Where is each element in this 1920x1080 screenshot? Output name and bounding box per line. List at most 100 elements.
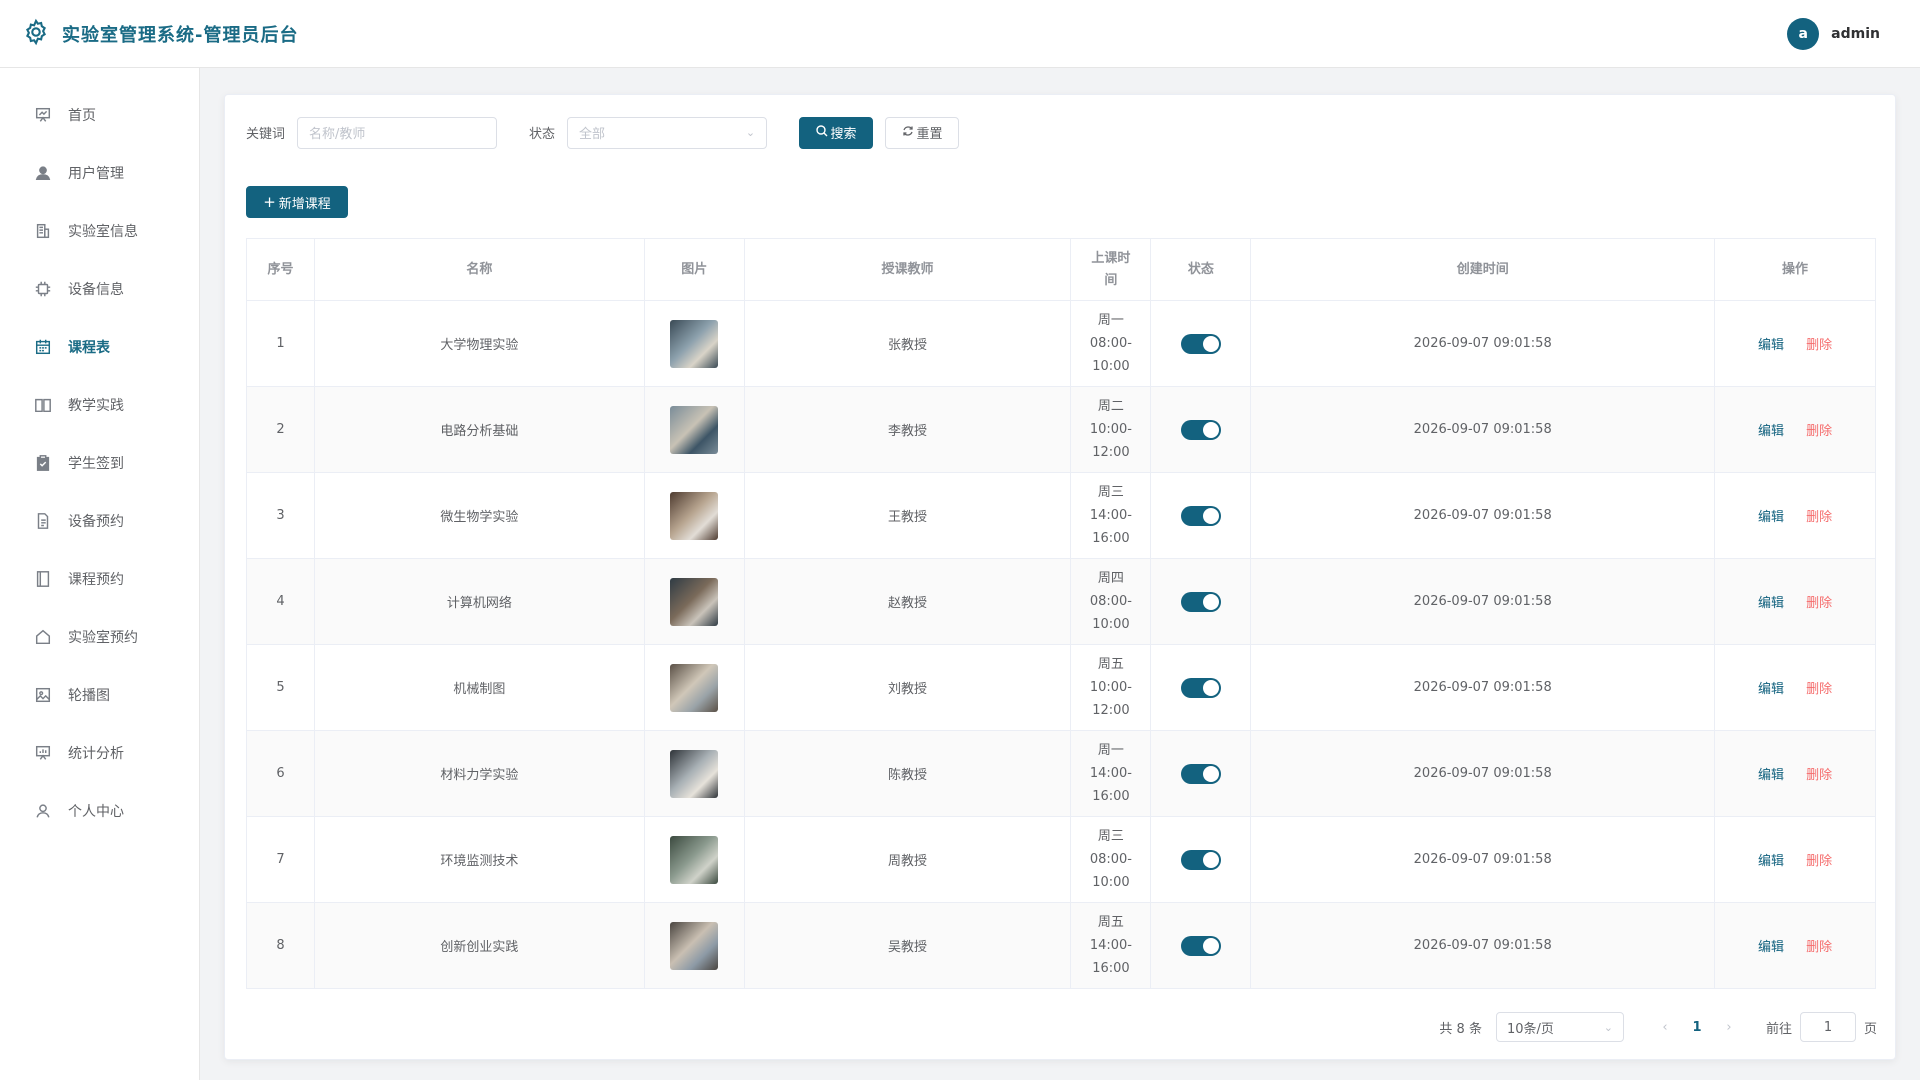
cpu-icon	[34, 280, 52, 298]
time-start: 08:00-	[1089, 852, 1132, 867]
delete-button[interactable]: 删除	[1806, 510, 1832, 525]
chart-board-icon	[34, 744, 52, 762]
col-header-time: 上课时间	[1070, 238, 1152, 301]
time-end: 16:00	[1092, 961, 1130, 976]
delete-button[interactable]: 删除	[1806, 424, 1832, 439]
edit-button[interactable]: 编辑	[1758, 940, 1784, 955]
edit-button[interactable]: 编辑	[1758, 768, 1784, 783]
prev-page-button[interactable]: ‹	[1650, 1020, 1680, 1035]
page-size-select[interactable]: 10条/页 ⌄	[1495, 1012, 1624, 1042]
sidebar-item-teaching[interactable]: 教学实践	[0, 376, 199, 434]
sidebar-item-course-booking[interactable]: 课程预约	[0, 550, 199, 608]
cell-image	[644, 300, 745, 387]
status-select-value: 全部	[579, 127, 606, 142]
add-course-button[interactable]: + 新增课程	[246, 186, 348, 218]
sidebar-item-label: 设备信息	[68, 282, 124, 298]
time-end: 16:00	[1092, 789, 1130, 804]
sidebar-item-statistics[interactable]: 统计分析	[0, 724, 199, 782]
status-toggle[interactable]	[1180, 419, 1221, 440]
edit-button[interactable]: 编辑	[1758, 510, 1784, 525]
cell-actions: 编辑 删除	[1714, 300, 1876, 387]
sidebar-item-label: 用户管理	[68, 166, 124, 182]
status-toggle[interactable]	[1180, 505, 1221, 526]
edit-button[interactable]: 编辑	[1758, 682, 1784, 697]
search-button[interactable]: 搜索	[799, 116, 874, 149]
sidebar-item-profile[interactable]: 个人中心	[0, 782, 199, 840]
course-thumbnail[interactable]	[670, 491, 719, 540]
sidebar-item-carousel[interactable]: 轮播图	[0, 666, 199, 724]
cell-teacher: 周教授	[744, 816, 1072, 903]
notebook-icon	[34, 570, 52, 588]
time-end: 10:00	[1092, 359, 1130, 374]
status-toggle[interactable]	[1180, 849, 1221, 870]
cell-status	[1150, 902, 1252, 989]
delete-button[interactable]: 删除	[1806, 596, 1832, 611]
sidebar-item-lab-booking[interactable]: 实验室预约	[0, 608, 199, 666]
delete-button[interactable]: 删除	[1806, 854, 1832, 869]
cell-index: 2	[246, 386, 315, 473]
status-toggle[interactable]	[1180, 935, 1221, 956]
page-suffix: 页	[1863, 1021, 1877, 1037]
person-icon	[34, 802, 52, 820]
page-number-1[interactable]: 1	[1680, 1020, 1714, 1035]
edit-button[interactable]: 编辑	[1758, 596, 1784, 611]
username[interactable]: admin	[1831, 26, 1880, 42]
avatar[interactable]: a	[1787, 18, 1820, 50]
course-thumbnail[interactable]	[670, 577, 719, 626]
sidebar-item-home[interactable]: 首页	[0, 86, 199, 144]
table-row: 8 创新创业实践 吴教授 周五 14:00- 16:00 2026-09-07 …	[246, 902, 1876, 989]
status-select[interactable]: 全部 ⌄	[567, 116, 768, 149]
goto-page-input[interactable]: 1	[1799, 1012, 1856, 1042]
cell-name: 创新创业实践	[314, 902, 645, 989]
cell-time: 周一 14:00- 16:00	[1070, 730, 1152, 817]
sidebar-item-checkin[interactable]: 学生签到	[0, 434, 199, 492]
edit-button[interactable]: 编辑	[1758, 854, 1784, 869]
sidebar-item-device-booking[interactable]: 设备预约	[0, 492, 199, 550]
goto-label: 前往	[1765, 1021, 1792, 1037]
edit-button[interactable]: 编辑	[1758, 338, 1784, 353]
sidebar-item-label: 统计分析	[68, 746, 124, 762]
sidebar-item-users[interactable]: 用户管理	[0, 144, 199, 202]
calendar-icon	[34, 338, 52, 356]
user-menu[interactable]: a admin	[1787, 0, 1880, 68]
cell-status	[1150, 300, 1252, 387]
cell-created: 2026-09-07 09:01:58	[1250, 558, 1716, 645]
brand[interactable]: 实验室管理系统-管理员后台	[22, 18, 298, 50]
cell-teacher: 王教授	[744, 472, 1072, 559]
course-table: 序号 名称 图片 授课教师 上课时间 状态 创建时间 操作 1 大学物理实验 张…	[246, 238, 1876, 989]
time-day: 周一	[1097, 743, 1124, 758]
edit-button[interactable]: 编辑	[1758, 424, 1784, 439]
cell-actions: 编辑 删除	[1714, 730, 1876, 817]
status-toggle[interactable]	[1180, 591, 1221, 612]
cell-image	[644, 386, 745, 473]
keyword-input[interactable]: 名称/教师	[297, 116, 498, 149]
delete-button[interactable]: 删除	[1806, 682, 1832, 697]
course-thumbnail[interactable]	[670, 921, 719, 970]
sidebar-item-devices[interactable]: 设备信息	[0, 260, 199, 318]
course-thumbnail[interactable]	[670, 663, 719, 712]
cell-name: 环境监测技术	[314, 816, 645, 903]
cell-image	[644, 472, 745, 559]
course-thumbnail[interactable]	[670, 835, 719, 884]
table-header-row: 序号 名称 图片 授课教师 上课时间 状态 创建时间 操作	[246, 238, 1876, 301]
col-header-image: 图片	[644, 238, 745, 301]
page-size-value: 10条/页	[1506, 1021, 1554, 1037]
sidebar-item-schedule[interactable]: 课程表	[0, 318, 199, 376]
course-thumbnail[interactable]	[670, 749, 719, 798]
status-toggle[interactable]	[1180, 333, 1221, 354]
reset-button[interactable]: 重置	[885, 116, 960, 149]
status-toggle[interactable]	[1180, 763, 1221, 784]
delete-button[interactable]: 删除	[1806, 768, 1832, 783]
next-page-button[interactable]: ›	[1714, 1020, 1744, 1035]
cell-name: 计算机网络	[314, 558, 645, 645]
delete-button[interactable]: 删除	[1806, 338, 1832, 353]
course-thumbnail[interactable]	[670, 405, 719, 454]
cell-name: 机械制图	[314, 644, 645, 731]
status-toggle[interactable]	[1180, 677, 1221, 698]
cell-created: 2026-09-07 09:01:58	[1250, 472, 1716, 559]
sidebar-item-lab-info[interactable]: 实验室信息	[0, 202, 199, 260]
delete-button[interactable]: 删除	[1806, 940, 1832, 955]
course-thumbnail[interactable]	[670, 319, 719, 368]
sidebar-item-label: 课程表	[68, 340, 110, 356]
user-icon	[34, 164, 52, 182]
